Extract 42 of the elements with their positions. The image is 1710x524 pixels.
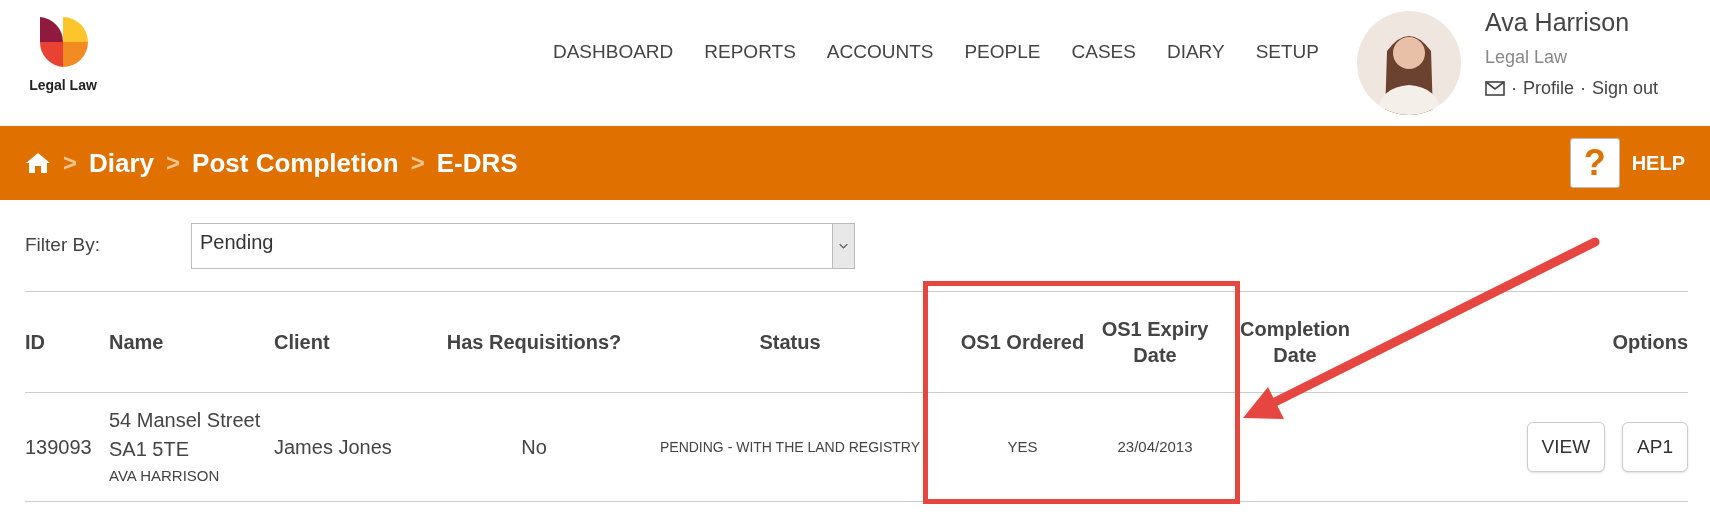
- column-header: ID: [25, 330, 46, 355]
- column-header: OS1 Expiry Date: [1100, 317, 1210, 368]
- user-company: Legal Law: [1485, 45, 1569, 69]
- column-header: Has Requisitions?: [445, 330, 623, 355]
- user-name: Ava Harrison: [1485, 7, 1631, 38]
- breadcrumb-separator: >: [63, 148, 77, 178]
- nav-link[interactable]: DASHBOARD: [552, 37, 674, 67]
- logo-text: Legal Law: [29, 75, 97, 95]
- table-cell-text: 23/04/2013: [1116, 436, 1194, 457]
- mail-icon[interactable]: [1485, 80, 1505, 96]
- nav-link[interactable]: CASES: [1071, 37, 1136, 67]
- table-cell-text: SA1 5TE: [109, 437, 191, 462]
- nav-link[interactable]: SETUP: [1255, 37, 1319, 67]
- home-icon[interactable]: [25, 152, 51, 174]
- logo-icon: [38, 16, 88, 67]
- user-link[interactable]: Profile: [1523, 74, 1575, 102]
- separator-dot: ·: [1511, 76, 1517, 100]
- column-header: Options: [1611, 330, 1688, 355]
- table-cell-text: AVA HARRISON: [109, 466, 221, 486]
- column-header: Completion Date: [1239, 317, 1351, 368]
- column-header: Status: [758, 330, 822, 355]
- nav-link[interactable]: ACCOUNTS: [826, 37, 934, 67]
- table-cell-text: No: [520, 435, 548, 460]
- filter-label: Filter By:: [25, 233, 101, 258]
- nav-link[interactable]: PEOPLE: [964, 37, 1041, 67]
- column-header: Client: [274, 330, 331, 355]
- nav-link[interactable]: REPORTS: [704, 37, 796, 67]
- action-button[interactable]: AP1: [1622, 422, 1688, 472]
- user-link[interactable]: Sign out: [1592, 74, 1659, 102]
- table-cell-text: 54 Mansel Street: [109, 408, 262, 433]
- table-cell-text: PENDING - WITH THE LAND REGISTRY: [658, 437, 922, 457]
- breadcrumb-separator: >: [166, 148, 181, 178]
- column-header: Name: [109, 330, 165, 355]
- table-cell-text: 139093: [25, 435, 93, 460]
- table-cell-text: YES: [1006, 436, 1039, 457]
- action-button[interactable]: VIEW: [1526, 422, 1606, 472]
- breadcrumb-separator: >: [410, 148, 425, 178]
- nav-link[interactable]: DIARY: [1166, 37, 1225, 67]
- separator-dot: ·: [1580, 76, 1587, 100]
- table-cell-text: James Jones: [274, 435, 393, 460]
- column-header: OS1 Ordered: [959, 330, 1086, 355]
- filter-dropdown[interactable]: Pending: [191, 222, 855, 269]
